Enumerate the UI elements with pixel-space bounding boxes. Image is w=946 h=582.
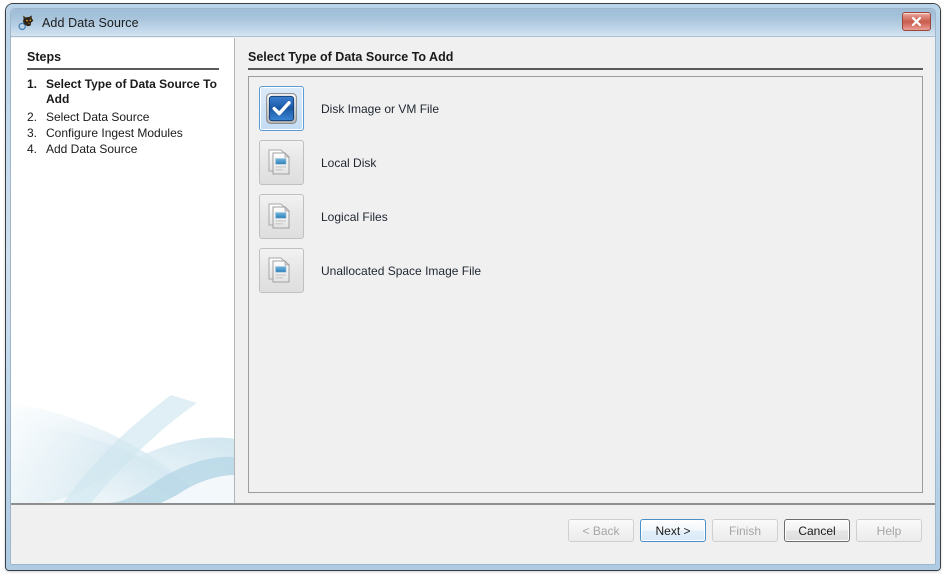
- step-label: Add Data Source: [46, 142, 138, 156]
- step-item-1: 1. Select Type of Data Source To Add: [27, 77, 227, 107]
- option-disk-image-or-vm-file[interactable]: Disk Image or VM File: [259, 86, 914, 131]
- next-button[interactable]: Next >: [640, 519, 706, 542]
- step-item-2: 2. Select Data Source: [27, 110, 227, 125]
- option-logical-files[interactable]: Logical Files: [259, 194, 914, 239]
- wizard-button-bar: < Back Next > Finish Cancel Help: [568, 519, 922, 542]
- close-icon: [911, 16, 922, 27]
- step-label: Select Type of Data Source To Add: [46, 77, 217, 106]
- autopsy-logo-icon: [18, 14, 36, 32]
- option-label: Unallocated Space Image File: [321, 263, 482, 278]
- blue-checkbox-icon: [259, 86, 304, 131]
- option-local-disk[interactable]: Local Disk: [259, 140, 914, 185]
- window-title: Add Data Source: [42, 15, 139, 30]
- option-label: Logical Files: [321, 209, 388, 224]
- dialog-footer: < Back Next > Finish Cancel Help: [11, 503, 935, 564]
- steps-heading: Steps: [27, 50, 219, 70]
- step-number: 4.: [27, 142, 38, 156]
- step-number: 1.: [27, 77, 38, 91]
- step-label: Configure Ingest Modules: [46, 126, 183, 140]
- step-label: Select Data Source: [46, 110, 150, 124]
- back-button[interactable]: < Back: [568, 519, 634, 542]
- content-area: Select Type of Data Source To Add Disk I…: [235, 38, 935, 503]
- finish-button[interactable]: Finish: [712, 519, 778, 542]
- steps-panel: Steps 1. Select Type of Data Source To A…: [11, 38, 235, 503]
- stacked-pages-icon: [259, 140, 304, 185]
- option-label: Local Disk: [321, 155, 377, 170]
- dialog-body: Steps 1. Select Type of Data Source To A…: [11, 38, 935, 564]
- step-item-3: 3. Configure Ingest Modules: [27, 126, 227, 141]
- cancel-button[interactable]: Cancel: [784, 519, 850, 542]
- step-item-4: 4. Add Data Source: [27, 142, 227, 157]
- page-title: Select Type of Data Source To Add: [248, 50, 923, 70]
- stacked-pages-icon: [259, 194, 304, 239]
- decorative-swoosh-graphic: [11, 383, 234, 503]
- steps-list: 1. Select Type of Data Source To Add 2. …: [27, 77, 227, 158]
- stacked-pages-icon: [259, 248, 304, 293]
- data-source-options-panel: Disk Image or VM File Local Disk Logical…: [248, 76, 923, 493]
- window-inner: Add Data Source Steps 1. Select Type of …: [10, 8, 936, 565]
- step-number: 2.: [27, 110, 38, 124]
- title-bar: Add Data Source: [11, 9, 935, 37]
- step-number: 3.: [27, 126, 38, 140]
- dialog-window: Add Data Source Steps 1. Select Type of …: [6, 4, 940, 570]
- option-unallocated-space-image-file[interactable]: Unallocated Space Image File: [259, 248, 914, 293]
- help-button[interactable]: Help: [856, 519, 922, 542]
- option-label: Disk Image or VM File: [321, 101, 440, 116]
- close-button[interactable]: [902, 12, 931, 31]
- data-source-option-list: Disk Image or VM File Local Disk Logical…: [259, 86, 914, 302]
